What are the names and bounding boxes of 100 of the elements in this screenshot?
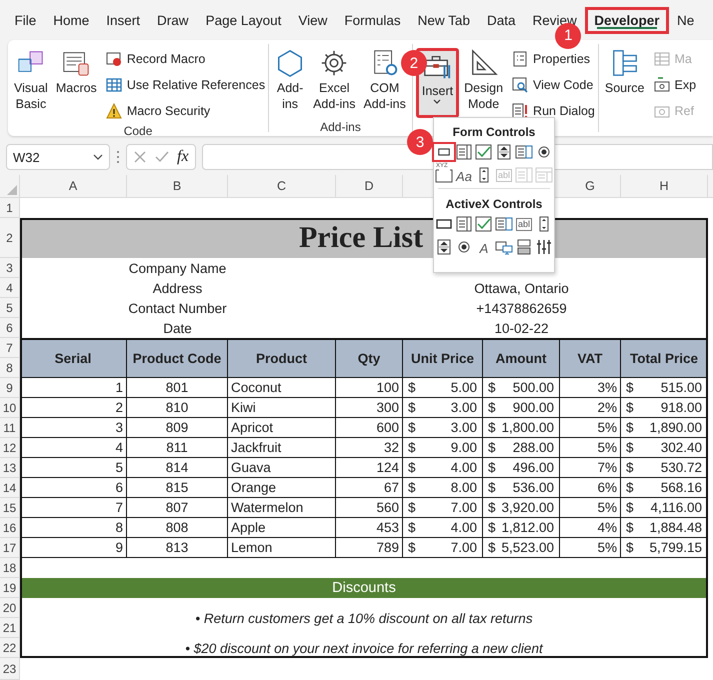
check-icon[interactable] bbox=[155, 150, 169, 164]
checkbox-control[interactable] bbox=[475, 143, 493, 161]
money-value: 918.00 bbox=[660, 400, 702, 415]
currency-sign: $ bbox=[488, 420, 496, 435]
table-cell: 815 bbox=[127, 478, 228, 498]
insert-function-button[interactable]: fx bbox=[177, 148, 189, 166]
table-header-cell: Product bbox=[228, 338, 336, 378]
currency-sign: $ bbox=[408, 520, 416, 535]
row-header[interactable]: 16 bbox=[0, 518, 20, 538]
menu-tab[interactable]: New Tab bbox=[409, 8, 478, 32]
money-value: 568.16 bbox=[660, 480, 702, 495]
row-header[interactable]: 1 bbox=[0, 198, 20, 218]
magnifier-icon bbox=[512, 77, 528, 93]
menu-tab[interactable]: Formulas bbox=[336, 8, 410, 32]
ribbon-button[interactable]: Properties bbox=[512, 48, 595, 70]
currency-sign: $ bbox=[488, 400, 496, 415]
money-value: 3.00 bbox=[450, 400, 477, 415]
currency-sign: $ bbox=[626, 440, 634, 455]
label-control[interactable]: Aa bbox=[455, 166, 473, 184]
warning-icon bbox=[106, 103, 122, 119]
export-icon bbox=[654, 77, 670, 93]
table-cell: 7 bbox=[20, 498, 127, 518]
row-header[interactable]: 21 bbox=[0, 618, 20, 638]
name-box[interactable]: W32 bbox=[6, 144, 110, 170]
menu-tab[interactable]: Draw bbox=[148, 8, 198, 32]
table-cell: 1 bbox=[20, 378, 127, 398]
ribbon-button[interactable]: View Code bbox=[512, 74, 595, 96]
currency-sign: $ bbox=[488, 380, 496, 395]
menu-tab[interactable]: Developer bbox=[585, 6, 669, 34]
menu-tab[interactable]: View bbox=[290, 8, 336, 32]
text-field-control[interactable]: abl bbox=[515, 215, 533, 233]
ribbon-button[interactable]: Record Macro bbox=[106, 48, 266, 70]
menu-section-title: ActiveX Controls bbox=[446, 197, 542, 211]
row-header[interactable]: 5 bbox=[0, 298, 20, 318]
row-header[interactable]: 6 bbox=[0, 318, 20, 338]
combo-box-control[interactable] bbox=[455, 215, 473, 233]
menu-tab[interactable]: File bbox=[6, 8, 45, 32]
table-cell: Orange bbox=[228, 478, 336, 498]
ribbon-button[interactable]: Excel Add-ins bbox=[310, 48, 358, 118]
ribbon-button[interactable]: Use Relative References bbox=[106, 74, 266, 96]
row-header[interactable]: 11 bbox=[0, 418, 20, 438]
row-header[interactable]: 8 bbox=[0, 358, 20, 378]
table-cell: 5% bbox=[560, 538, 621, 558]
row-header[interactable]: 22 bbox=[0, 638, 20, 658]
info-label: Company Name bbox=[128, 260, 226, 278]
currency-sign: $ bbox=[488, 440, 496, 455]
money-value: 1,890.00 bbox=[649, 420, 702, 435]
menu-tab[interactable]: Insert bbox=[98, 8, 149, 32]
row-header[interactable]: 3 bbox=[0, 258, 20, 278]
row-header[interactable]: 14 bbox=[0, 478, 20, 498]
toggle-button-control[interactable] bbox=[515, 238, 533, 256]
row-header[interactable]: 23 bbox=[0, 658, 20, 680]
ribbon-button[interactable]: Exp bbox=[654, 74, 696, 96]
button-control[interactable] bbox=[432, 142, 456, 162]
row-header[interactable]: 7 bbox=[0, 338, 20, 358]
list-box-control[interactable] bbox=[515, 143, 533, 161]
spin-button-control[interactable] bbox=[495, 143, 513, 161]
more-controls-button[interactable] bbox=[535, 238, 553, 256]
ribbon-button[interactable]: Macros bbox=[52, 48, 100, 118]
ribbon-button[interactable]: Design Mode bbox=[461, 48, 506, 118]
combo-box-control[interactable] bbox=[455, 143, 473, 161]
menu-tab[interactable]: Page Layout bbox=[197, 8, 290, 32]
table-cell: 3 bbox=[20, 418, 127, 438]
row-header[interactable]: 2 bbox=[0, 218, 20, 258]
menu-tab[interactable]: Data bbox=[478, 8, 524, 32]
row-header[interactable]: 15 bbox=[0, 498, 20, 518]
row-header[interactable]: 18 bbox=[0, 558, 20, 578]
menu-tab[interactable]: Home bbox=[44, 8, 98, 32]
row-header[interactable]: 20 bbox=[0, 598, 20, 618]
row-header[interactable]: 9 bbox=[0, 378, 20, 398]
row-header[interactable]: 13 bbox=[0, 458, 20, 478]
ribbon-button[interactable]: Macro Security bbox=[106, 100, 266, 122]
ribbon-button[interactable]: Source bbox=[602, 48, 648, 118]
group-label: Code bbox=[124, 123, 152, 136]
table-cell: Watermelon bbox=[228, 498, 336, 518]
money-value: 1,884.48 bbox=[649, 520, 702, 535]
row-header[interactable]: 17 bbox=[0, 538, 20, 558]
table-cell: 809 bbox=[127, 418, 228, 438]
row-header[interactable]: 19 bbox=[0, 578, 20, 598]
list-box-control[interactable] bbox=[495, 215, 513, 233]
table-cell: 811 bbox=[127, 438, 228, 458]
table-header-cell: Amount bbox=[483, 338, 560, 378]
info-value: 10-02-22 bbox=[494, 320, 549, 338]
money-value: 9.00 bbox=[450, 440, 477, 455]
row-header[interactable]: 12 bbox=[0, 438, 20, 458]
spin-button-control[interactable] bbox=[435, 238, 453, 256]
row-header[interactable]: 4 bbox=[0, 278, 20, 298]
table-icon bbox=[106, 77, 122, 93]
money-value: 5.00 bbox=[450, 380, 477, 395]
row-header[interactable]: 10 bbox=[0, 398, 20, 418]
table-cell: 6 bbox=[20, 478, 127, 498]
money-value: 500.00 bbox=[512, 380, 554, 395]
label-control[interactable]: A bbox=[475, 238, 493, 256]
ribbon-button[interactable]: Add- ins bbox=[272, 48, 308, 118]
checkbox-control[interactable] bbox=[475, 215, 493, 233]
menu-tab[interactable]: Ne bbox=[668, 8, 696, 32]
table-cell: 600 bbox=[336, 418, 403, 438]
currency-sign: $ bbox=[408, 420, 416, 435]
ribbon-button[interactable]: Visual Basic bbox=[11, 48, 51, 118]
table-cell: 67 bbox=[336, 478, 403, 498]
